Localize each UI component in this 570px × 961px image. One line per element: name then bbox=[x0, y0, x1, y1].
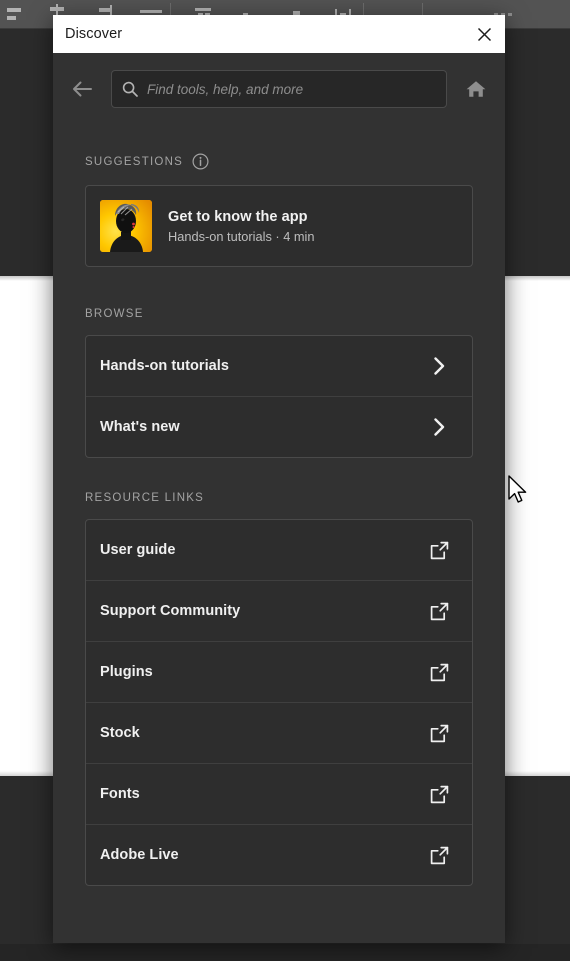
resource-link-plugins[interactable]: Plugins bbox=[86, 641, 472, 702]
resource-link-adobe-live[interactable]: Adobe Live bbox=[86, 824, 472, 885]
suggestion-title: Get to know the app bbox=[168, 208, 308, 225]
external-link-icon bbox=[428, 539, 450, 561]
portrait-thumbnail bbox=[100, 200, 152, 252]
list-item-label: User guide bbox=[100, 542, 176, 558]
panel-body: Suggestions bbox=[53, 53, 505, 943]
app-status-strip bbox=[0, 944, 570, 961]
browse-section-header: Browse bbox=[85, 308, 473, 320]
list-item-label: Stock bbox=[100, 725, 140, 741]
browse-section: Browse Hands-on tutorials What's new bbox=[53, 267, 505, 458]
arrow-left-icon[interactable] bbox=[65, 72, 99, 106]
suggestions-section-header: Suggestions bbox=[85, 153, 473, 170]
close-icon[interactable] bbox=[463, 15, 505, 53]
search-input[interactable] bbox=[147, 81, 436, 97]
resource-links-section: Resource links User guide bbox=[53, 458, 505, 886]
suggestions-card-group: Get to know the app Hands-on tutorials ·… bbox=[85, 185, 473, 267]
panel-titlebar[interactable]: Discover bbox=[53, 15, 505, 53]
home-icon[interactable] bbox=[459, 72, 493, 106]
list-item-label: Plugins bbox=[100, 664, 153, 680]
resource-links-section-header: Resource links bbox=[85, 492, 473, 504]
list-item-label: Adobe Live bbox=[100, 847, 179, 863]
suggestions-label: Suggestions bbox=[85, 155, 184, 168]
discover-panel: Discover Find tools, help, and more SUGG… bbox=[53, 15, 505, 943]
suggestion-meta: Hands-on tutorials · 4 min bbox=[168, 228, 315, 244]
suggestion-text: Get to know the app Hands-on tutorials ·… bbox=[168, 209, 315, 244]
resource-links-label: Resource links bbox=[85, 492, 205, 504]
external-link-icon bbox=[428, 600, 450, 622]
panel-search-row bbox=[53, 53, 505, 125]
browse-item-hands-on-tutorials[interactable]: Hands-on tutorials bbox=[86, 336, 472, 396]
chevron-right-icon bbox=[428, 355, 450, 377]
list-item-label: What's new bbox=[100, 419, 180, 435]
screen: Discover Find tools, help, and more SUGG… bbox=[0, 0, 570, 961]
chevron-right-icon bbox=[428, 416, 450, 438]
browse-item-whats-new[interactable]: What's new bbox=[86, 396, 472, 457]
panel-title: Discover bbox=[65, 26, 123, 42]
external-link-icon bbox=[428, 661, 450, 683]
list-item-label: Hands-on tutorials bbox=[100, 358, 229, 374]
resource-link-support-community[interactable]: Support Community bbox=[86, 580, 472, 641]
list-item-label: Support Community bbox=[100, 603, 241, 619]
suggestions-section: Suggestions bbox=[53, 125, 505, 267]
search-input-wrapper[interactable] bbox=[111, 70, 447, 108]
browse-card-group: Hands-on tutorials What's new bbox=[85, 335, 473, 458]
align-left-icon[interactable] bbox=[4, 1, 30, 27]
info-circle-icon[interactable] bbox=[192, 153, 209, 170]
resource-link-stock[interactable]: Stock bbox=[86, 702, 472, 763]
resource-link-user-guide[interactable]: User guide bbox=[86, 520, 472, 580]
external-link-icon bbox=[428, 783, 450, 805]
list-item-label: Fonts bbox=[100, 786, 140, 802]
suggestion-card-get-to-know-the-app[interactable]: Get to know the app Hands-on tutorials ·… bbox=[86, 186, 472, 266]
resource-links-card-group: User guide Support Community Plugins Sto… bbox=[85, 519, 473, 886]
browse-label: Browse bbox=[85, 308, 144, 320]
external-link-icon bbox=[428, 844, 450, 866]
resource-link-fonts[interactable]: Fonts bbox=[86, 763, 472, 824]
external-link-icon bbox=[428, 722, 450, 744]
search-icon bbox=[122, 81, 138, 97]
